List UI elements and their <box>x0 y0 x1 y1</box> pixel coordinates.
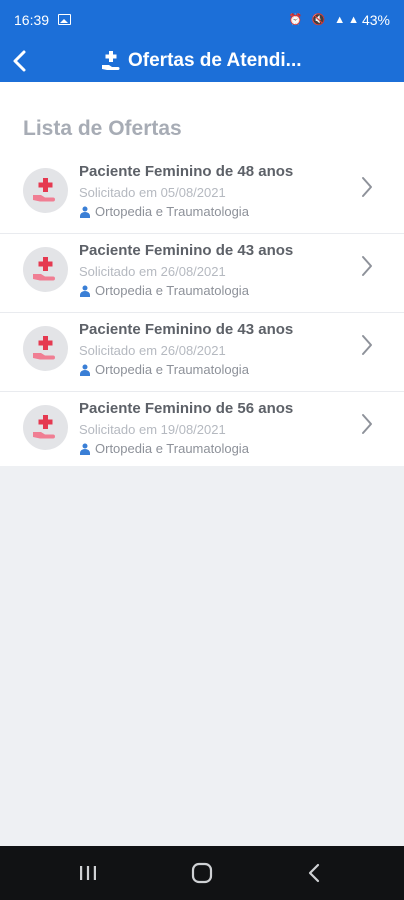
doctor-icon <box>80 443 90 455</box>
patient-name: Paciente Feminino de 56 anos <box>79 400 294 417</box>
offer-list-item[interactable]: Paciente Feminino de 56 anos Solicitado … <box>0 392 404 470</box>
offer-list-item[interactable]: Paciente Feminino de 48 anos Solicitado … <box>0 155 404 234</box>
specialty-label: Ortopedia e Traumatologia <box>95 204 249 219</box>
hand-with-cross-icon <box>33 178 55 202</box>
specialty: Ortopedia e Traumatologia <box>79 362 249 377</box>
specialty: Ortopedia e Traumatologia <box>79 283 249 298</box>
care-offer-icon <box>102 51 120 70</box>
patient-name: Paciente Feminino de 43 anos <box>79 242 294 259</box>
status-bar: 16:39 ⏰ 🔇 ▲▲ 43% <box>0 0 404 40</box>
back-nav-icon[interactable] <box>300 860 330 886</box>
chevron-right-icon <box>362 256 372 276</box>
gallery-notification-icon <box>58 14 71 25</box>
back-button[interactable] <box>6 44 36 76</box>
specialty-label: Ortopedia e Traumatologia <box>95 283 249 298</box>
request-date: Solicitado em 19/08/2021 <box>79 422 226 437</box>
hand-with-cross-icon <box>33 415 55 439</box>
page-title-text: Ofertas de Atendi... <box>128 50 302 71</box>
offers-panel: Lista de Ofertas Paciente Feminino de 48… <box>0 82 404 466</box>
home-icon[interactable] <box>187 860 217 886</box>
battery-level: 43% <box>361 12 390 28</box>
chevron-right-icon <box>362 335 372 355</box>
page-title: Ofertas de Atendi... <box>100 48 302 74</box>
system-navigation-bar <box>0 846 404 900</box>
request-date: Solicitado em 05/08/2021 <box>79 185 226 200</box>
offer-avatar <box>23 326 68 371</box>
offer-avatar <box>23 168 68 213</box>
offer-avatar <box>23 247 68 292</box>
back-arrow-icon <box>13 50 26 72</box>
specialty: Ortopedia e Traumatologia <box>79 204 249 219</box>
hand-with-cross-icon <box>33 257 55 281</box>
chevron-right-icon <box>362 414 372 434</box>
hand-with-cross-icon <box>33 336 55 360</box>
offers-list: Paciente Feminino de 48 anos Solicitado … <box>0 155 404 470</box>
specialty-label: Ortopedia e Traumatologia <box>95 441 249 456</box>
section-title: Lista de Ofertas <box>23 117 182 140</box>
chevron-right-icon <box>362 177 372 197</box>
offer-list-item[interactable]: Paciente Feminino de 43 anos Solicitado … <box>0 234 404 313</box>
doctor-icon <box>80 206 90 218</box>
patient-name: Paciente Feminino de 43 anos <box>79 321 294 338</box>
patient-name: Paciente Feminino de 48 anos <box>79 163 294 180</box>
offer-list-item[interactable]: Paciente Feminino de 43 anos Solicitado … <box>0 313 404 392</box>
status-time: 16:39 <box>14 12 50 28</box>
request-date: Solicitado em 26/08/2021 <box>79 343 226 358</box>
recent-apps-icon[interactable] <box>73 860 103 886</box>
app-bar: Ofertas de Atendi... <box>0 40 404 82</box>
doctor-icon <box>80 364 90 376</box>
offer-avatar <box>23 405 68 450</box>
specialty-label: Ortopedia e Traumatologia <box>95 362 249 377</box>
specialty: Ortopedia e Traumatologia <box>79 441 249 456</box>
request-date: Solicitado em 26/08/2021 <box>79 264 226 279</box>
system-status-icons: ⏰ 🔇 ▲▲ <box>288 14 362 26</box>
doctor-icon <box>80 285 90 297</box>
